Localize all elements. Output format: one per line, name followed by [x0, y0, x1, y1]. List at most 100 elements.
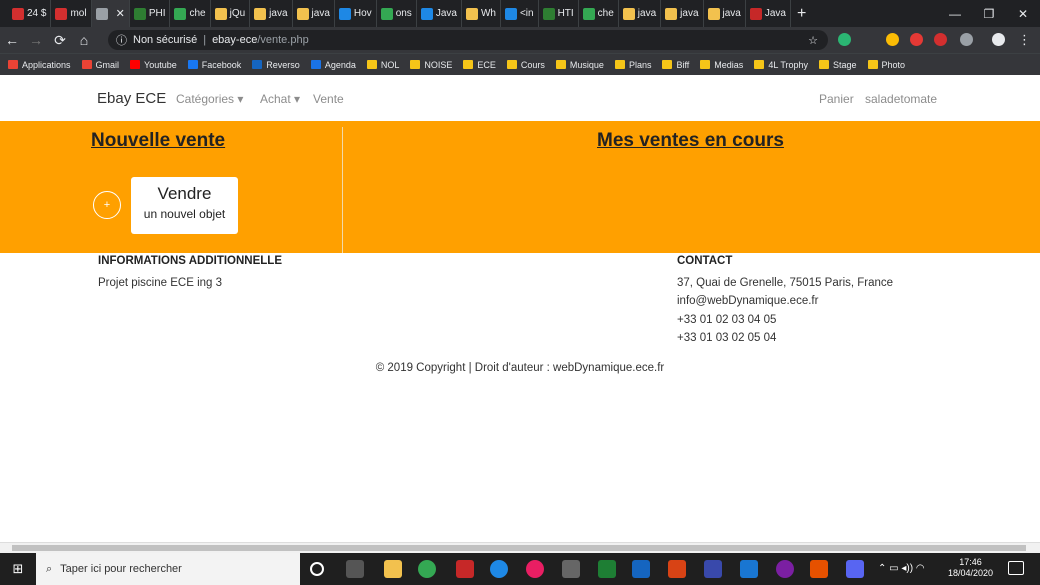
extension-red-icon[interactable] [910, 33, 923, 46]
browser-tab[interactable]: java [250, 0, 293, 27]
horizontal-scrollbar[interactable] [0, 542, 1040, 553]
music-icon[interactable] [526, 560, 544, 578]
scroll-thumb[interactable] [12, 545, 1026, 551]
browser-tab[interactable]: java [619, 0, 662, 27]
sell-new-item-button[interactable]: Vendre un nouvel objet [131, 177, 238, 234]
chrome-dev-icon[interactable] [456, 560, 474, 578]
forward-icon[interactable]: → [24, 32, 48, 48]
bookmark-item[interactable]: Plans [614, 60, 651, 70]
bookmark-item[interactable]: Youtube [130, 60, 177, 70]
browser-tab[interactable]: jQu [211, 0, 251, 27]
tab-close-icon[interactable]: ✕ [116, 7, 125, 20]
nav-user[interactable]: saladetomate [865, 92, 937, 106]
add-item-button[interactable]: + [93, 191, 121, 219]
task-view-icon[interactable] [346, 560, 364, 578]
nav-achat[interactable]: Achat ▾ [260, 92, 300, 106]
chrome-icon[interactable] [418, 560, 436, 578]
3d-box-icon[interactable] [704, 560, 722, 578]
brand-link[interactable]: Ebay ECE [97, 90, 166, 107]
tab-label: che [189, 8, 206, 19]
contact-email[interactable]: info@webDynamique.ece.fr [677, 295, 818, 307]
tab-label: java [722, 8, 741, 19]
restore-icon[interactable]: ❐ [972, 0, 1006, 27]
app-blue-icon[interactable] [740, 560, 758, 578]
app-purple-icon[interactable] [776, 560, 794, 578]
folder-icon [867, 60, 878, 69]
bookmark-label: NOISE [424, 59, 453, 70]
tab-favicon-icon [465, 7, 478, 20]
new-tab-button[interactable]: + [797, 5, 806, 23]
browser-tab[interactable]: 24 $ [8, 0, 52, 27]
bookmark-item[interactable]: Stage [819, 60, 857, 70]
powerpoint-icon[interactable] [668, 560, 686, 578]
bookmark-item[interactable]: Biff [662, 60, 689, 70]
clock-date: 18/04/2020 [948, 568, 994, 578]
info-icon[interactable]: ⓘ [116, 32, 127, 48]
url-field[interactable]: ⓘ Non sécurisé | ebay-ece/vente.php ☆ [108, 30, 828, 50]
minimize-icon[interactable]: — [938, 0, 972, 27]
reload-icon[interactable]: ⟳ [48, 32, 72, 49]
browser-tab[interactable]: Wh [462, 0, 501, 27]
bookmark-item[interactable]: ECE [463, 60, 496, 70]
bookmark-label: Gmail [95, 59, 120, 70]
bookmark-item[interactable]: Musique [555, 60, 604, 70]
bookmark-item[interactable]: Gmail [81, 59, 120, 70]
bookmark-item[interactable]: 4L Trophy [754, 60, 808, 70]
home-icon[interactable]: ⌂ [72, 32, 96, 48]
extension-chrome-icon[interactable] [886, 33, 899, 46]
browser-tab[interactable]: che [579, 0, 619, 27]
browser-tab[interactable]: Java [746, 0, 791, 27]
file-explorer-icon[interactable] [384, 560, 402, 578]
browser-tab[interactable]: Hov [335, 0, 377, 27]
browser-tab[interactable]: mol [51, 0, 92, 27]
tab-label: java [269, 8, 288, 19]
browser-tab[interactable]: HTI [539, 0, 579, 27]
bookmark-item[interactable]: Medias [700, 60, 743, 70]
tab-favicon-icon [254, 7, 267, 20]
excel-icon[interactable] [598, 560, 616, 578]
bookmark-item[interactable]: NOL [366, 59, 400, 70]
calculator-icon[interactable] [562, 560, 580, 578]
browser-tab[interactable]: Java [417, 0, 462, 27]
browser-tab[interactable]: java [704, 0, 746, 27]
extension-puzzle-icon[interactable] [960, 33, 973, 46]
new-sale-heading: Nouvelle vente [91, 130, 226, 151]
bookmark-item[interactable]: Facebook [187, 60, 241, 70]
back-icon[interactable]: ← [0, 32, 24, 48]
nav-categories[interactable]: Catégories ▾ [176, 92, 243, 106]
taskbar-search-field[interactable]: ⌕ Taper ici pour rechercher [36, 553, 300, 585]
extension-shield-icon[interactable] [838, 33, 851, 46]
bookmark-item[interactable]: Agenda [310, 60, 356, 70]
bookmark-label: NOL [380, 59, 400, 70]
bookmark-item[interactable]: Cours [506, 60, 545, 70]
browser-tab[interactable]: java [293, 0, 335, 27]
bookmark-star-icon[interactable]: ☆ [808, 34, 818, 47]
bookmark-item[interactable]: NOISE [410, 60, 452, 70]
nav-panier[interactable]: Panier [819, 92, 854, 106]
browser-tab[interactable]: java [661, 0, 704, 27]
sublime-text-icon[interactable] [810, 560, 828, 578]
profile-icon[interactable] [992, 33, 1005, 46]
adblock-icon[interactable] [934, 33, 947, 46]
tab-label: che [597, 8, 614, 19]
browser-tab[interactable]: che [170, 0, 211, 27]
browser-tab[interactable]: ons [377, 0, 417, 27]
close-window-icon[interactable]: ✕ [1006, 0, 1040, 27]
browser-tab[interactable]: PHI [130, 0, 171, 27]
bookmark-item[interactable]: Photo [867, 60, 905, 70]
menu-kebab-icon[interactable]: ⋮ [1018, 32, 1031, 48]
taskbar-clock[interactable]: 17:46 18/04/2020 [948, 557, 993, 579]
messenger-icon[interactable] [490, 560, 508, 578]
discord-icon[interactable] [846, 560, 864, 578]
browser-tab[interactable]: ✕ [91, 0, 130, 27]
bookmark-item[interactable]: Reverso [252, 60, 300, 70]
word-icon[interactable] [632, 560, 650, 578]
cortana-icon[interactable] [310, 562, 324, 576]
nav-vente[interactable]: Vente [313, 92, 344, 106]
windows-start-icon[interactable]: ⊞ [0, 553, 36, 585]
bookmark-item[interactable]: Applications [8, 60, 71, 70]
notification-icon[interactable] [1008, 561, 1024, 575]
tab-label: PHI [148, 8, 166, 19]
system-tray-icons[interactable]: ⌃ ▭ ◂)) ◠ [878, 563, 925, 574]
browser-tab[interactable]: <in [501, 0, 539, 27]
